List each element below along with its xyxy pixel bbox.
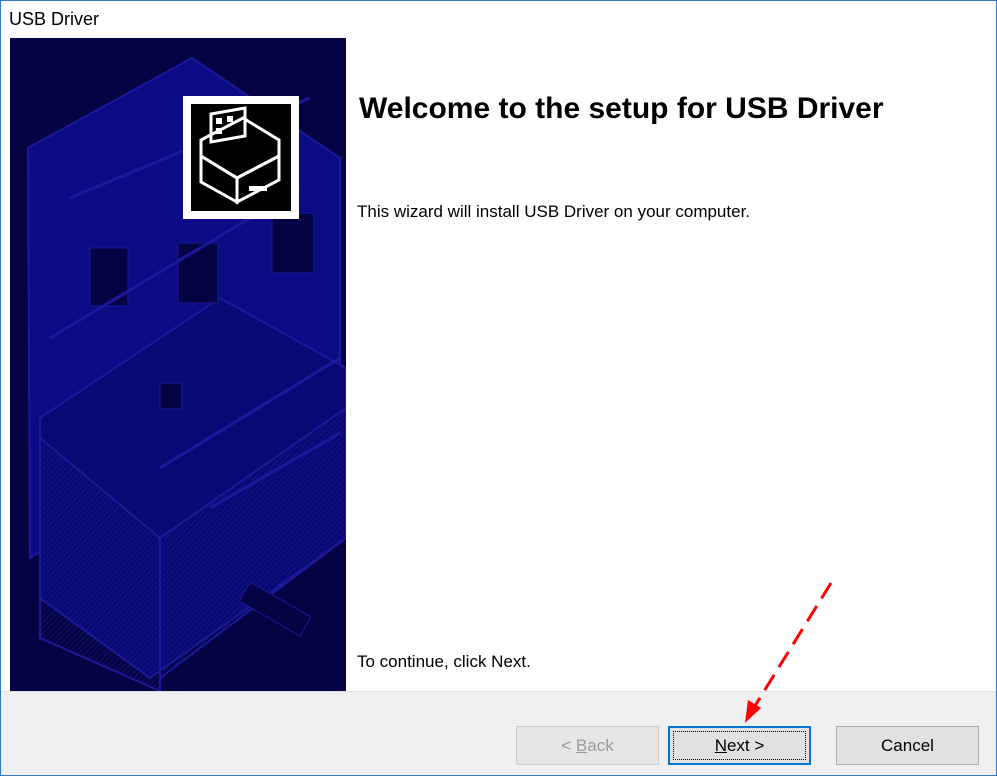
next-button[interactable]: Next > bbox=[668, 726, 811, 765]
button-bar: < Back Next > Cancel bbox=[1, 691, 996, 775]
back-button[interactable]: < Back bbox=[516, 726, 659, 765]
title-bar[interactable]: USB Driver bbox=[1, 1, 996, 37]
setup-icon-frame bbox=[183, 96, 299, 219]
back-button-mnemonic: B bbox=[575, 736, 588, 755]
back-button-prefix: < bbox=[561, 736, 576, 755]
cancel-button[interactable]: Cancel bbox=[836, 726, 979, 765]
continue-instruction: To continue, click Next. bbox=[357, 652, 531, 671]
window-title: USB Driver bbox=[9, 9, 100, 29]
cancel-button-label: Cancel bbox=[881, 736, 934, 755]
focus-rectangle bbox=[673, 731, 806, 760]
setup-wizard-window: USB Driver Welcome to the setup for USB … bbox=[0, 0, 997, 776]
wizard-side-banner bbox=[10, 38, 346, 691]
page-title: Welcome to the setup for USB Driver bbox=[359, 92, 884, 125]
wizard-content: Welcome to the setup for USB Driver This… bbox=[346, 38, 996, 691]
back-button-label: ack bbox=[587, 736, 614, 755]
wizard-description: This wizard will install USB Driver on y… bbox=[357, 202, 751, 221]
computer-hardware-icon bbox=[191, 104, 291, 211]
